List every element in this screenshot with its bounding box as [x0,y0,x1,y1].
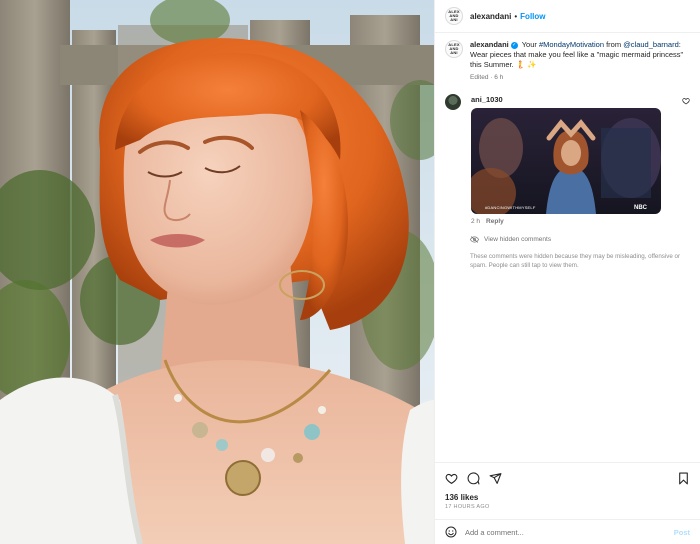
comment-time: 2 h [471,218,481,225]
heart-icon[interactable] [445,472,458,485]
post-side-panel: ALEX AND ANI alexandani • Follow ALEX AN… [434,0,700,544]
gif-caption-label: #DANCINGWITHMYSELF [485,205,536,210]
eye-slash-icon [470,236,479,243]
comment-icon[interactable] [467,472,480,485]
account-avatar[interactable]: ALEX AND ANI [445,7,463,25]
comment-input[interactable] [465,525,655,539]
caption-username[interactable]: alexandani [470,40,509,49]
action-bar [445,472,690,486]
likes-count[interactable]: 136 likes [445,493,478,502]
post-comment-button[interactable]: Post [674,528,690,537]
reply-button[interactable]: Reply [486,218,504,225]
view-hidden-comments-label: View hidden comments [484,236,552,243]
bookmark-icon[interactable] [677,472,690,485]
view-hidden-comments-button[interactable]: View hidden comments [470,236,551,243]
post-photo[interactable] [0,0,434,544]
caption-text-mid: from [604,40,624,49]
emoji-icon[interactable] [445,526,457,538]
post-header: ALEX AND ANI alexandani • Follow [445,7,690,25]
add-comment-bar: Post [435,519,700,544]
post-time-ago: 17 HOURS AGO [445,504,490,510]
actions-divider [435,462,700,463]
caption-hashtag[interactable]: #MondayMotivation [539,40,604,49]
commenter-username[interactable]: ani_1030 [471,95,503,104]
account-username[interactable]: alexandani [470,12,511,21]
caption-avatar[interactable]: ALEX AND ANI [445,40,463,58]
header-separator: • [514,11,518,21]
commenter-avatar[interactable] [445,94,461,110]
comment-meta: 2 h Reply [471,218,504,225]
share-icon[interactable] [489,472,502,485]
caption-mention[interactable]: @claud_barnard [623,40,679,49]
verified-badge-icon: ✓ [510,41,518,49]
caption-text: alexandani ✓ Your #MondayMotivation from … [470,40,690,83]
gif-image [471,108,661,214]
portrait-image [0,0,434,544]
nbc-watermark: NBC [634,205,647,211]
hidden-comments-note: These comments were hidden because they … [470,253,681,269]
post-caption: ALEX AND ANI alexandani ✓ Your #MondayMot… [445,40,690,83]
comment-like-heart-icon[interactable] [682,97,690,105]
caption-text-before: Your [519,40,539,49]
follow-button[interactable]: Follow [520,12,545,21]
caption-meta: Edited · 6 h [470,74,504,81]
header-divider [435,32,700,33]
comment-gif[interactable]: #DANCINGWITHMYSELF NBC [471,108,661,214]
